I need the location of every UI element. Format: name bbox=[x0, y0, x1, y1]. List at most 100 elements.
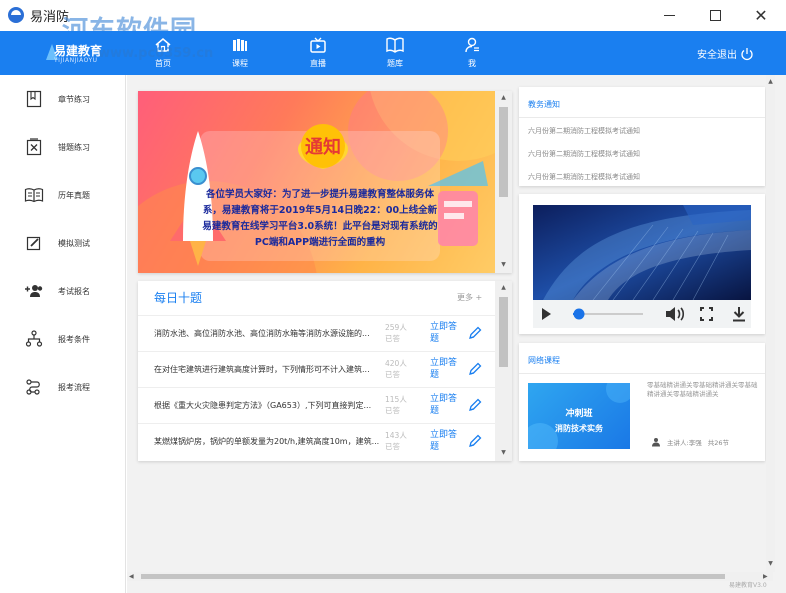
daily-scrollbar[interactable]: ▲ ▼ bbox=[495, 281, 512, 461]
pencil-icon[interactable] bbox=[468, 398, 482, 412]
sidebar-item-label: 模拟测试 bbox=[58, 238, 90, 248]
banner-scrollbar[interactable]: ▲ ▼ bbox=[495, 91, 512, 273]
play-icon[interactable] bbox=[542, 308, 551, 320]
nav-question-bank-label: 题库 bbox=[387, 59, 403, 68]
answer-now-button[interactable]: 立即答题 bbox=[430, 429, 464, 453]
answer-now-button[interactable]: 立即答题 bbox=[430, 321, 464, 345]
app-window: 易消防 河东软件园 ✕ 易建教育 YIJIANJIAOYU 首页 课程 bbox=[0, 0, 786, 593]
sidebar-item-mock-test[interactable]: 模拟测试 bbox=[24, 233, 90, 253]
sidebar-item-wrong-practice[interactable]: 错题练习 bbox=[24, 137, 90, 157]
announcement-banner[interactable]: 通知 各位学员大家好：为了进一步提升易建教育整体服务体系，易建教育将于2019年… bbox=[138, 91, 495, 273]
app-logo-icon bbox=[8, 7, 24, 23]
process-icon bbox=[24, 377, 44, 397]
brand-logo[interactable]: 易建教育 YIJIANJIAOYU bbox=[44, 40, 102, 66]
daily-scroll-thumb[interactable] bbox=[499, 297, 508, 367]
answer-count: 115人已答 bbox=[385, 395, 407, 415]
question-text[interactable]: 根据《重大火灾隐患判定方法》（GA653）,下列可直接判定... bbox=[154, 400, 384, 411]
user-icon bbox=[452, 35, 492, 55]
divider bbox=[519, 373, 765, 374]
sidebar-item-label: 章节练习 bbox=[58, 94, 90, 104]
scroll-left-icon[interactable]: ◀ bbox=[129, 573, 134, 580]
daily-more-link[interactable]: 更多 + bbox=[457, 292, 482, 303]
announcement-banner-card: 通知 各位学员大家好：为了进一步提升易建教育整体服务体系，易建教育将于2019年… bbox=[138, 91, 512, 273]
scroll-down-icon[interactable]: ▼ bbox=[495, 449, 512, 456]
nav-me[interactable]: 我 bbox=[452, 35, 492, 69]
academic-notice-card: 教务通知 六月份第二期消防工程模拟考试通知 六月份第二期消防工程模拟考试通知 六… bbox=[519, 87, 765, 186]
power-icon bbox=[741, 47, 753, 60]
notice-title: 教务通知 bbox=[528, 100, 560, 109]
video-controls bbox=[533, 300, 751, 328]
seek-handle[interactable] bbox=[573, 308, 585, 320]
banner-heading: 通知 bbox=[305, 136, 341, 158]
question-text[interactable]: 在对住宅建筑进行建筑高度计算时，下列情形可不计入建筑... bbox=[154, 364, 384, 375]
scroll-down-icon[interactable]: ▼ bbox=[766, 560, 775, 567]
sidebar-item-label: 历年真题 bbox=[58, 190, 90, 200]
volume-icon[interactable] bbox=[666, 307, 685, 321]
book-icon bbox=[24, 185, 44, 205]
question-row: 消防水池、高位消防水池、高位消防水箱等消防水源设施的... 259人已答 立即答… bbox=[138, 315, 495, 351]
sidebar-item-chapter-practice[interactable]: 章节练习 bbox=[24, 89, 90, 109]
video-controls-bar bbox=[542, 307, 745, 322]
thumbnail-line1: 冲刺班 bbox=[565, 409, 593, 419]
add-user-icon bbox=[24, 281, 44, 301]
sidebar-item-exam-registration[interactable]: 考试报名 bbox=[24, 281, 90, 301]
sidebar-item-exam-conditions[interactable]: 报考条件 bbox=[24, 329, 90, 349]
scroll-up-icon[interactable]: ▲ bbox=[766, 78, 775, 85]
page-vertical-scrollbar[interactable]: ▲ ▼ bbox=[766, 75, 775, 572]
course-lesson-count: 共26节 bbox=[707, 439, 729, 447]
nav-me-label: 我 bbox=[468, 59, 476, 68]
course-thumbnail[interactable]: 冲刺班 消防技术实务 bbox=[528, 383, 630, 449]
course-description[interactable]: 零基础精讲通关零基础精讲通关零基础精讲通关零基础精讲通关 bbox=[647, 381, 759, 399]
answer-now-button[interactable]: 立即答题 bbox=[430, 393, 464, 417]
video-frame[interactable] bbox=[533, 205, 751, 300]
video-player-card bbox=[519, 194, 765, 334]
lecturer-icon bbox=[652, 438, 660, 447]
banner-scroll-thumb[interactable] bbox=[499, 107, 508, 197]
scroll-up-icon[interactable]: ▲ bbox=[495, 94, 512, 101]
sidebar-item-past-exams[interactable]: 历年真题 bbox=[24, 185, 90, 205]
sidebar-item-exam-process[interactable]: 报考流程 bbox=[24, 377, 90, 397]
page-horizontal-scrollbar[interactable]: ◀ ▶ bbox=[127, 572, 773, 581]
answer-count: 420人已答 bbox=[385, 359, 407, 379]
notice-item[interactable]: 六月份第二期消防工程模拟考试通知 bbox=[528, 172, 640, 182]
nav-question-bank[interactable]: 题库 bbox=[375, 35, 415, 69]
logout-label: 安全退出 bbox=[697, 50, 737, 61]
close-button[interactable]: ✕ bbox=[738, 0, 784, 31]
sidebar: 章节练习 错题练习 历年真题 模拟测试 考试报名 报考条件 报考流程 bbox=[0, 75, 126, 593]
pencil-icon[interactable] bbox=[468, 362, 482, 376]
scroll-right-icon[interactable]: ▶ bbox=[763, 573, 768, 580]
sidebar-item-label: 报考条件 bbox=[58, 334, 90, 344]
divider bbox=[519, 117, 765, 118]
pencil-icon[interactable] bbox=[468, 326, 482, 340]
daily-title: 每日十题 bbox=[154, 291, 203, 305]
nav-courses-label: 课程 bbox=[232, 59, 248, 68]
notice-item[interactable]: 六月份第二期消防工程模拟考试通知 bbox=[528, 149, 640, 159]
nav-courses[interactable]: 课程 bbox=[220, 35, 260, 69]
horizontal-scroll-thumb[interactable] bbox=[141, 574, 725, 579]
download-icon[interactable] bbox=[733, 307, 745, 322]
nav-live[interactable]: 直播 bbox=[298, 35, 338, 69]
daily-questions-card: 每日十题 更多 + 消防水池、高位消防水池、高位消防水箱等消防水源设施的... … bbox=[138, 281, 512, 461]
sidebar-item-label: 错题练习 bbox=[58, 142, 90, 152]
question-row: 某燃煤锅炉房，锅炉的单额发量为20t/h,建筑高度10m，建筑... 143人已… bbox=[138, 423, 495, 459]
scroll-down-icon[interactable]: ▼ bbox=[495, 261, 512, 268]
question-row: 在对住宅建筑进行建筑高度计算时，下列情形可不计入建筑... 420人已答 立即答… bbox=[138, 351, 495, 387]
maximize-icon bbox=[709, 10, 721, 21]
edit-icon bbox=[24, 233, 44, 253]
answer-now-button[interactable]: 立即答题 bbox=[430, 357, 464, 381]
question-text[interactable]: 消防水池、高位消防水池、高位消防水箱等消防水源设施的... bbox=[154, 328, 384, 339]
logout-button[interactable]: 安全退出 bbox=[697, 46, 754, 61]
scroll-up-icon[interactable]: ▲ bbox=[495, 284, 512, 291]
nav-live-label: 直播 bbox=[310, 59, 326, 68]
open-book-icon bbox=[375, 35, 415, 55]
notice-item[interactable]: 六月份第二期消防工程模拟考试通知 bbox=[528, 126, 640, 136]
close-icon: ✕ bbox=[754, 5, 768, 25]
maximize-button[interactable] bbox=[692, 0, 738, 31]
error-book-icon bbox=[24, 137, 44, 157]
books-icon bbox=[220, 35, 260, 55]
question-text[interactable]: 某燃煤锅炉房，锅炉的单额发量为20t/h,建筑高度10m，建筑... bbox=[154, 436, 384, 447]
fullscreen-icon[interactable] bbox=[700, 307, 713, 321]
pencil-icon[interactable] bbox=[468, 434, 482, 448]
minimize-button[interactable] bbox=[646, 0, 692, 31]
answer-count: 143人已答 bbox=[385, 431, 407, 451]
